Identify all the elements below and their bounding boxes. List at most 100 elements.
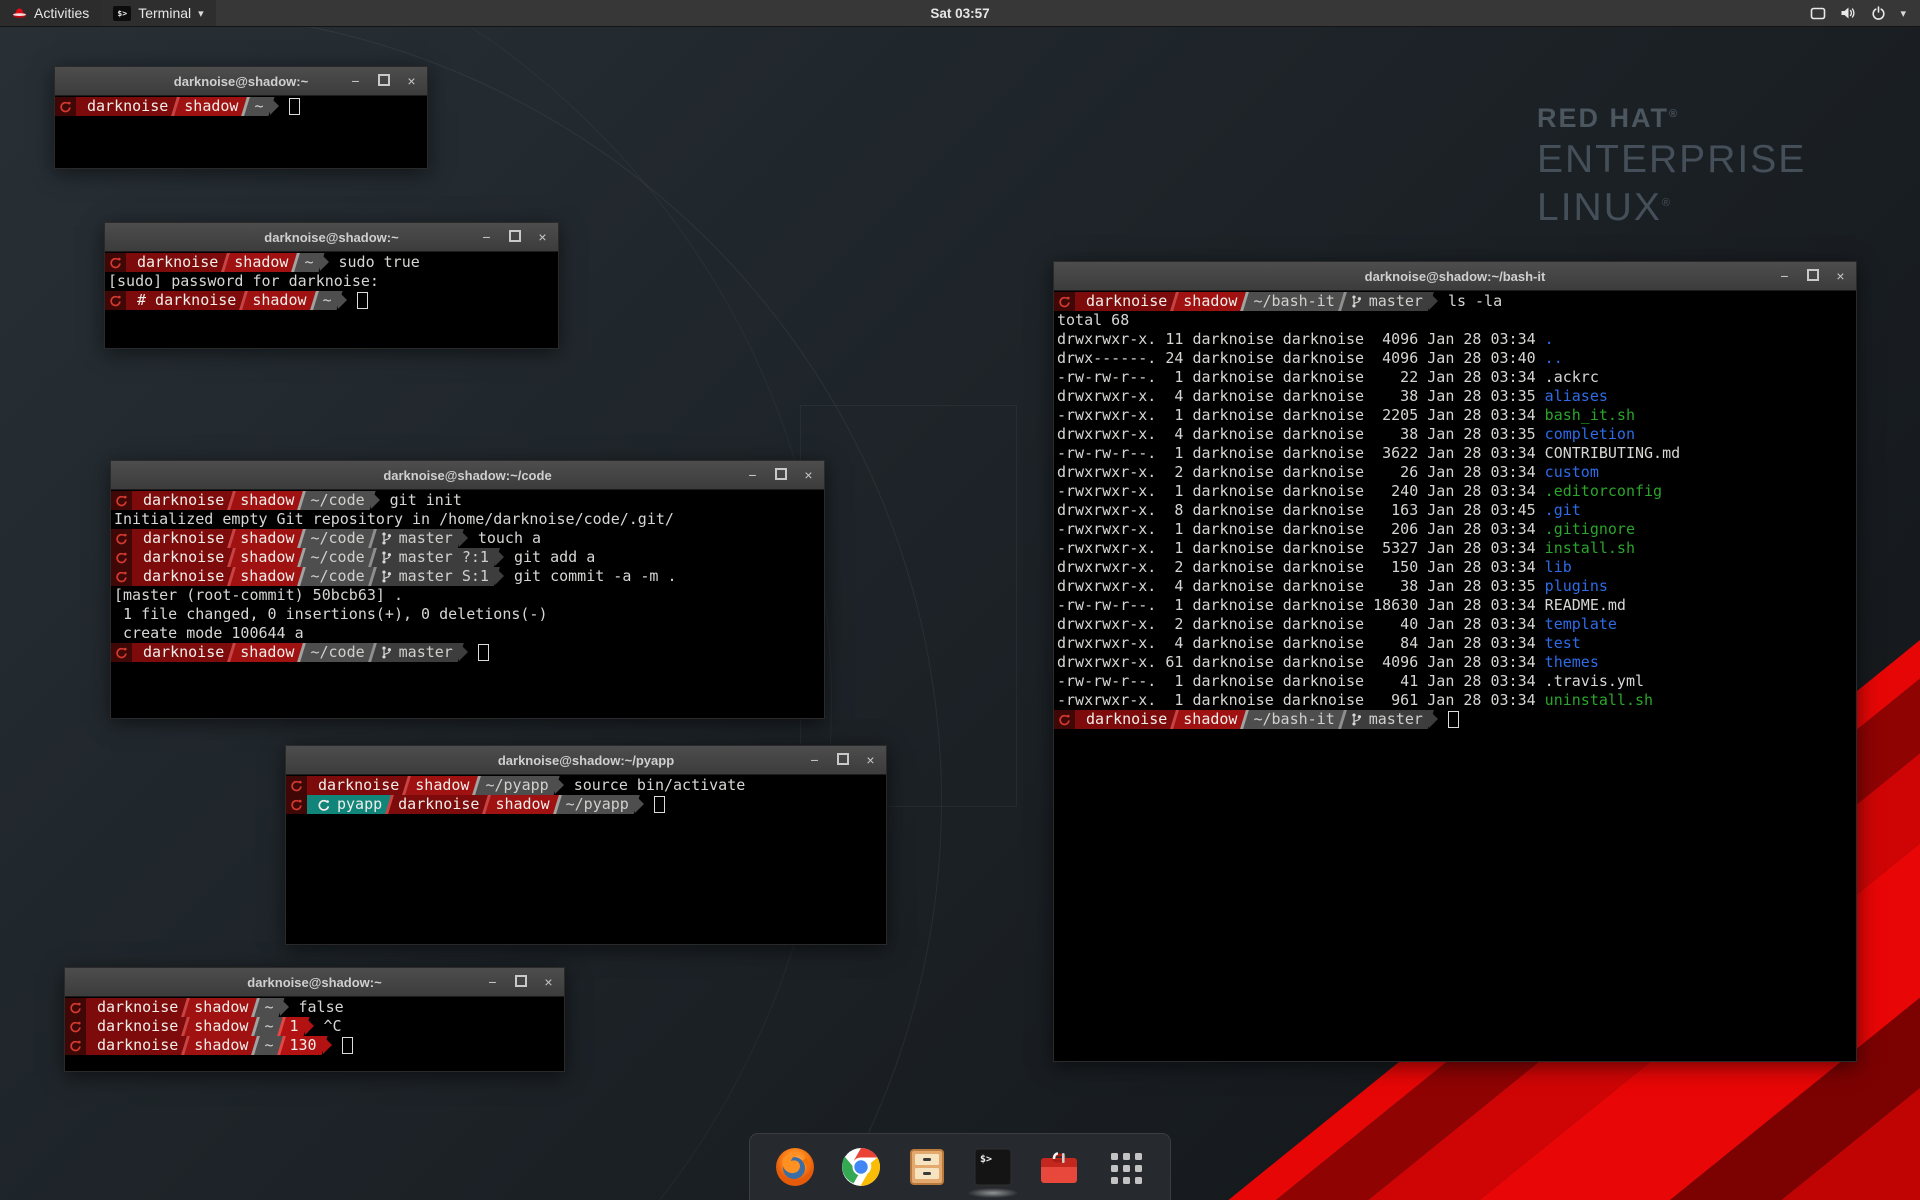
maximize-button[interactable] [377, 74, 390, 88]
prompt-segment-path: ~/code [299, 548, 375, 567]
prompt-segment-path: ~/code [299, 529, 375, 548]
prompt-os-cell [55, 97, 76, 116]
terminal-line: -rwxrwxr-x. 1 darknoise darknoise 5327 J… [1054, 539, 1856, 558]
minimize-button[interactable]: − [480, 231, 493, 244]
dock-item-chrome[interactable] [838, 1142, 884, 1192]
redhat-prompt-icon [115, 494, 128, 507]
focused-app-menu[interactable]: $> Terminal ▾ [101, 0, 215, 26]
file-name: .gitignore [1545, 520, 1635, 539]
file-name: plugins [1545, 577, 1608, 596]
git-branch-icon [1351, 712, 1362, 727]
terminal-content[interactable]: darknoiseshadow~sudo true[sudo] password… [105, 252, 558, 348]
command-text: git add a [514, 548, 595, 567]
prompt-segment-path: ~/code [299, 491, 375, 510]
prompt-os-cell [105, 253, 126, 272]
terminal-cursor [654, 796, 665, 813]
display-icon [1810, 7, 1826, 20]
prompt-os-cell [111, 491, 132, 510]
file-listing-meta: drwxrwxr-x. 4 darknoise darknoise 38 Jan… [1054, 425, 1545, 444]
dock-item-firefox[interactable] [772, 1142, 818, 1192]
terminal-line: -rw-rw-r--. 1 darknoise darknoise 41 Jan… [1054, 672, 1856, 691]
chrome-icon [839, 1145, 883, 1189]
close-button[interactable]: × [405, 75, 418, 88]
firefox-icon [773, 1145, 817, 1189]
prompt-segment-host: shadow [229, 567, 305, 586]
prompt-segment-user: darknoise [1075, 292, 1178, 311]
maximize-button[interactable] [1806, 269, 1819, 283]
terminal-line: 1 file changed, 0 insertions(+), 0 delet… [111, 605, 824, 624]
file-listing-meta: drwxrwxr-x. 2 darknoise darknoise 26 Jan… [1054, 463, 1545, 482]
close-button[interactable]: × [536, 231, 549, 244]
redhat-prompt-icon [290, 798, 303, 811]
terminal-content[interactable]: darknoiseshadow~/bash-itmasterls -latota… [1054, 291, 1856, 1061]
terminal-window-terminal-home-exitcodes: darknoise@shadow:~−×darknoiseshadow~fals… [64, 967, 565, 1072]
terminal-line: drwxrwxr-x. 2 darknoise darknoise 26 Jan… [1054, 463, 1856, 482]
file-listing-meta: drwxrwxr-x. 11 darknoise darknoise 4096 … [1054, 330, 1545, 349]
maximize-button[interactable] [508, 230, 521, 244]
prompt-segment-host: shadow [223, 253, 299, 272]
file-name: custom [1545, 463, 1599, 482]
minimize-button[interactable]: − [746, 469, 759, 482]
prompt-segment-host: shadow [183, 998, 259, 1017]
terminal-content[interactable]: darknoiseshadow~/codegit initInitialized… [111, 490, 824, 718]
redhat-prompt-icon [115, 551, 128, 564]
window-titlebar[interactable]: darknoise@shadow:~/bash-it−× [1054, 262, 1856, 291]
file-listing-meta: drwxrwxr-x. 61 darknoise darknoise 4096 … [1054, 653, 1545, 672]
command-text: sudo true [339, 253, 420, 272]
file-name: uninstall.sh [1545, 691, 1653, 710]
dock-item-terminal[interactable]: $> [970, 1142, 1016, 1192]
file-name: bash_it.sh [1545, 406, 1635, 425]
python-venv-icon [318, 799, 330, 811]
maximize-button[interactable] [514, 975, 527, 989]
terminal-cursor [1448, 711, 1459, 728]
prompt-os-cell [1054, 710, 1075, 729]
prompt-segment-user: darknoise [387, 795, 490, 814]
terminal-line: drwxrwxr-x. 61 darknoise darknoise 4096 … [1054, 653, 1856, 672]
terminal-content[interactable]: darknoiseshadow~/pyappsource bin/activat… [286, 775, 886, 944]
file-listing-meta: -rwxrwxr-x. 1 darknoise darknoise 961 Ja… [1054, 691, 1545, 710]
prompt-segment-user: darknoise [1075, 710, 1178, 729]
terminal-line: total 68 [1054, 311, 1856, 330]
prompt-segment-exit: 130 [279, 1036, 328, 1055]
minimize-button[interactable]: − [808, 754, 821, 767]
minimize-button[interactable]: − [486, 976, 499, 989]
terminal-line: drwx------. 24 darknoise darknoise 4096 … [1054, 349, 1856, 368]
toolbox-icon [1037, 1147, 1081, 1187]
dock-item-toolbox[interactable] [1036, 1142, 1082, 1192]
close-button[interactable]: × [542, 976, 555, 989]
close-button[interactable]: × [1834, 270, 1847, 283]
app-grid-icon [1105, 1147, 1145, 1187]
window-titlebar[interactable]: darknoise@shadow:~/code−× [111, 461, 824, 490]
window-titlebar[interactable]: darknoise@shadow:~−× [65, 968, 564, 997]
system-status-area[interactable]: ▾ [1802, 0, 1914, 26]
terminal-line: darknoiseshadow~/codemastertouch a [111, 529, 824, 548]
prompt-segment-host: shadow [229, 548, 305, 567]
prompt-segment-user: darknoise [76, 97, 179, 116]
dock-item-files[interactable] [904, 1142, 950, 1192]
maximize-button[interactable] [836, 753, 849, 767]
maximize-button[interactable] [774, 468, 787, 482]
minimize-button[interactable]: − [349, 75, 362, 88]
close-button[interactable]: × [864, 754, 877, 767]
dock-item-app-grid[interactable] [1102, 1142, 1148, 1192]
dock: $> [749, 1133, 1171, 1200]
redhat-prompt-icon [1058, 295, 1071, 308]
svg-text:$>: $> [980, 1154, 992, 1165]
prompt-os-cell [1054, 292, 1075, 311]
close-button[interactable]: × [802, 469, 815, 482]
minimize-button[interactable]: − [1778, 270, 1791, 283]
terminal-line: darknoiseshadow~/codegit init [111, 491, 824, 510]
terminal-content[interactable]: darknoiseshadow~falsedarknoiseshadow~1^C… [65, 997, 564, 1071]
clock[interactable]: Sat 03:57 [920, 0, 999, 26]
prompt-segment-host: shadow [1172, 710, 1248, 729]
terminal-window-terminal-home-sudo: darknoise@shadow:~−×darknoiseshadow~sudo… [104, 222, 559, 349]
window-titlebar[interactable]: darknoise@shadow:~−× [55, 67, 427, 96]
output-text: create mode 100644 a [111, 624, 304, 643]
activities-button[interactable]: Activities [0, 0, 101, 26]
terminal-content[interactable]: darknoiseshadow~ [55, 96, 427, 168]
window-titlebar[interactable]: darknoise@shadow:~−× [105, 223, 558, 252]
prompt-segment-user: darknoise [86, 998, 189, 1017]
window-titlebar[interactable]: darknoise@shadow:~/pyapp−× [286, 746, 886, 775]
terminal-line: darknoiseshadow~1^C [65, 1017, 564, 1036]
terminal-window-terminal-home-1: darknoise@shadow:~−×darknoiseshadow~ [54, 66, 428, 169]
